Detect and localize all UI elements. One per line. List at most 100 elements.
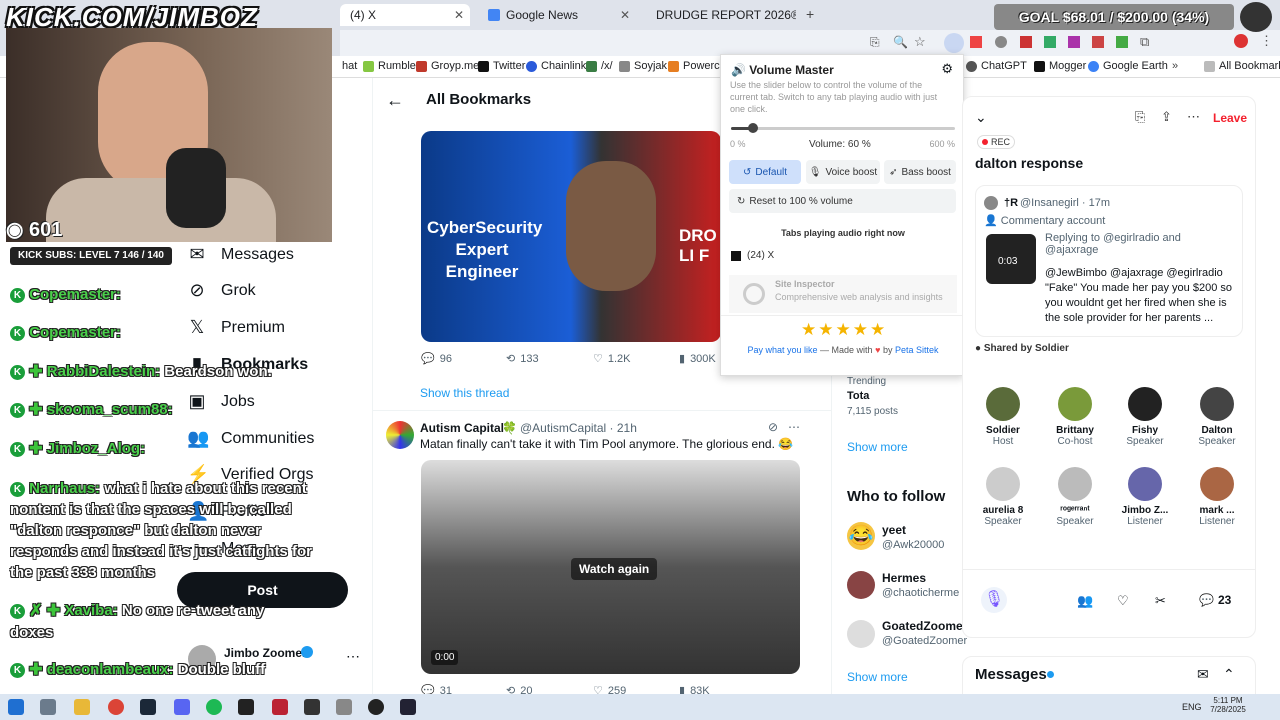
- follow-avatar[interactable]: [847, 571, 875, 599]
- menu-dots-icon[interactable]: ⋮: [1260, 33, 1273, 49]
- speaker-tile[interactable]: Soldier Host: [967, 387, 1039, 447]
- bookmark-twitter[interactable]: Twitter: [478, 60, 525, 72]
- speaker-tile[interactable]: Fishy Speaker: [1109, 387, 1181, 447]
- speaker-tile[interactable]: aurelia 8 Speaker: [967, 467, 1039, 527]
- follow-name[interactable]: GoatedZoomer: [882, 619, 967, 633]
- tweet-author-name[interactable]: Autism Capital: [420, 421, 504, 435]
- bookmark-rumble[interactable]: Rumble: [363, 60, 416, 72]
- new-tab-icon[interactable]: +: [806, 6, 814, 22]
- windows-start-icon[interactable]: [8, 699, 24, 715]
- app-icon[interactable]: [238, 699, 254, 715]
- grok-icon[interactable]: ⊘: [768, 420, 778, 434]
- bookmark-google-earth[interactable]: Google Earth: [1088, 60, 1168, 72]
- bookmark-x[interactable]: /x/: [586, 60, 613, 72]
- like-button[interactable]: ♡ 1.2K: [593, 352, 631, 366]
- language-indicator[interactable]: ENG: [1182, 702, 1202, 712]
- discord-icon[interactable]: [174, 699, 190, 715]
- speaker-tile[interactable]: Jimbo Z... Listener: [1109, 467, 1181, 527]
- nav-grok[interactable]: ⊘ Grok: [187, 280, 255, 301]
- install-icon[interactable]: ⎘: [870, 35, 880, 50]
- rating-stars[interactable]: ★★★★★: [801, 320, 887, 340]
- extension-icon[interactable]: [1116, 36, 1128, 48]
- bass-boost-button[interactable]: ➶ Bass boost: [884, 160, 956, 184]
- collapse-chevron-icon[interactable]: ⌄: [975, 109, 987, 126]
- video-thumbnail[interactable]: CyberSecurity Expert Engineer DRO LI F: [421, 131, 721, 342]
- quote-video-thumb[interactable]: 0:03: [986, 234, 1036, 284]
- leave-button[interactable]: Leave: [1213, 111, 1247, 125]
- watch-again-button[interactable]: Watch again: [571, 558, 658, 580]
- tab-drudge[interactable]: DRUDGE REPORT 2026®✕: [644, 4, 796, 26]
- app-icon[interactable]: [400, 699, 416, 715]
- nav-premium[interactable]: 𝕏 Premium: [187, 317, 285, 338]
- microphone-icon[interactable]: 🎙: [981, 587, 1007, 613]
- default-button[interactable]: ↺ Default: [729, 160, 801, 184]
- comments-button[interactable]: 💬 23: [1199, 593, 1231, 607]
- follow-avatar[interactable]: 😂: [847, 522, 875, 550]
- spotify-icon[interactable]: [206, 699, 222, 715]
- steam-icon[interactable]: [140, 699, 156, 715]
- views-button[interactable]: ▮ 300K: [679, 352, 716, 366]
- nav-jobs[interactable]: ▣ Jobs: [187, 391, 254, 412]
- show-more-link[interactable]: Show more: [847, 440, 908, 454]
- more-bookmarks-icon[interactable]: »: [1172, 60, 1178, 72]
- reply-button[interactable]: 💬 96: [421, 352, 452, 366]
- follow-avatar[interactable]: [847, 620, 875, 648]
- scissors-icon[interactable]: ✂: [1155, 593, 1166, 609]
- extension-icon[interactable]: [995, 36, 1007, 48]
- chrome-icon[interactable]: [108, 699, 124, 715]
- bookmark-all[interactable]: All Bookmarks: [1204, 60, 1280, 72]
- bookmark-chainlink[interactable]: Chainlink: [526, 60, 586, 72]
- bookmark-chatgpt[interactable]: ChatGPT: [966, 60, 1027, 72]
- app-icon[interactable]: [272, 699, 288, 715]
- extensions-puzzle-icon[interactable]: ⧉: [1140, 34, 1149, 50]
- profile-avatar[interactable]: [1234, 34, 1248, 48]
- share-icon[interactable]: ⎘: [1135, 109, 1145, 125]
- pay-link[interactable]: Pay what you like: [747, 345, 817, 355]
- heart-plus-icon[interactable]: ♡: [1117, 593, 1129, 609]
- follow-name[interactable]: yeet: [882, 523, 906, 537]
- file-explorer-icon[interactable]: [74, 699, 90, 715]
- nav-communities[interactable]: 👥 Communities: [187, 428, 314, 449]
- extension-icon[interactable]: [1092, 36, 1104, 48]
- volume-extension-icon[interactable]: [944, 33, 964, 53]
- close-icon[interactable]: ✕: [454, 8, 470, 22]
- tab-google-news[interactable]: Google News ✕: [480, 4, 636, 26]
- settings-gear-icon[interactable]: ⚙: [941, 61, 953, 77]
- volume-slider-handle[interactable]: [748, 123, 759, 133]
- account-menu-icon[interactable]: ⋯: [346, 648, 360, 665]
- app-icon[interactable]: [304, 699, 320, 715]
- show-thread-link[interactable]: Show this thread: [420, 386, 509, 400]
- tweet-handle[interactable]: @AutismCapital · 21h: [520, 421, 637, 435]
- reset-volume-button[interactable]: ↻ Reset to 100 % volume: [729, 189, 956, 213]
- bookmark-item[interactable]: hat: [342, 60, 357, 72]
- obs-icon[interactable]: [368, 699, 384, 715]
- back-arrow-icon[interactable]: ←: [386, 90, 404, 111]
- show-more-link[interactable]: Show more: [847, 670, 908, 684]
- tweet-avatar[interactable]: [386, 421, 414, 449]
- speaker-tile[interactable]: Dalton Speaker: [1181, 387, 1253, 447]
- account-name[interactable]: Jimbo Zoomer: [224, 646, 307, 660]
- volume-slider-track[interactable]: [731, 123, 955, 133]
- people-icon[interactable]: 👥: [1077, 593, 1093, 609]
- more-icon[interactable]: ⋯: [788, 420, 800, 434]
- extension-icon[interactable]: [970, 36, 982, 48]
- audio-tab-item[interactable]: (24) X: [731, 250, 774, 261]
- zoom-icon[interactable]: 🔍: [893, 35, 908, 49]
- messages-dock[interactable]: Messages ✉ ⌃: [962, 656, 1256, 698]
- star-icon[interactable]: ☆: [914, 34, 926, 50]
- repost-button[interactable]: ⟲ 133: [506, 352, 539, 366]
- pinned-tweet-card[interactable]: †R @Insanegirl · 17m 👤 Commentary accoun…: [975, 185, 1243, 337]
- bookmark-groyp[interactable]: Groyp.me: [416, 60, 479, 72]
- more-icon[interactable]: ⋯: [1187, 109, 1200, 125]
- author-link[interactable]: Peta Sittek: [895, 345, 939, 355]
- extension-icon[interactable]: [1068, 36, 1080, 48]
- expand-icon[interactable]: ⌃: [1223, 666, 1235, 683]
- site-inspector-card[interactable]: Site Inspector Comprehensive web analysi…: [729, 275, 957, 313]
- extension-icon[interactable]: [1020, 36, 1032, 48]
- nav-messages[interactable]: ✉ Messages: [187, 244, 293, 265]
- app-icon[interactable]: [336, 699, 352, 715]
- extension-icon[interactable]: [1044, 36, 1056, 48]
- speaker-tile[interactable]: Brittany Co-host: [1039, 387, 1111, 447]
- speaker-tile[interactable]: ʳᵒᵍᵉʳʳᵃⁿᵗ Speaker: [1039, 467, 1111, 527]
- speaker-tile[interactable]: mark ... Listener: [1181, 467, 1253, 527]
